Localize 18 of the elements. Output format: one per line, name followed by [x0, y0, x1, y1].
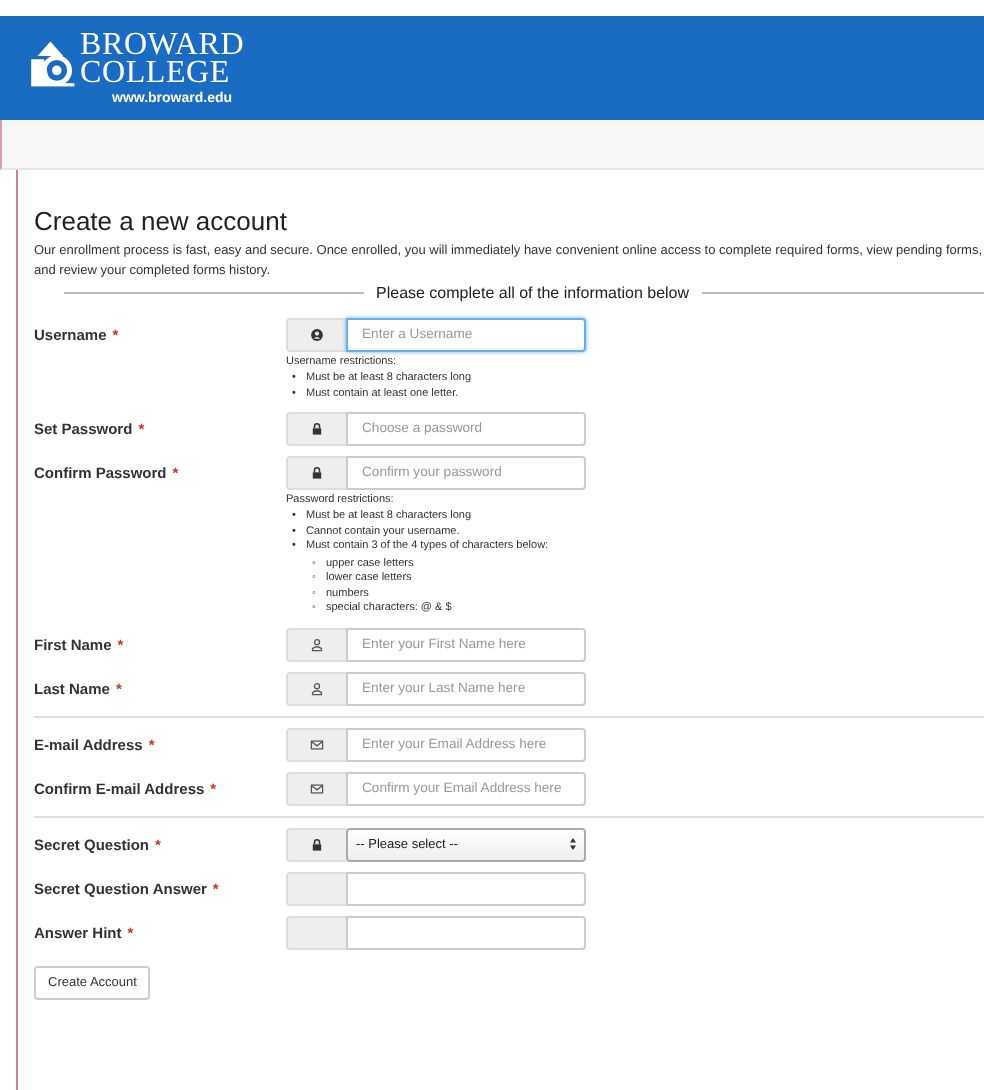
- lock-icon: [310, 837, 324, 851]
- text-input[interactable]: [346, 915, 586, 949]
- person-icon: [310, 637, 324, 651]
- envelope-icon: [310, 781, 324, 795]
- person-icon: [310, 681, 324, 695]
- input-addon: [286, 915, 346, 949]
- input-addon: [286, 871, 346, 905]
- section-title: Please complete all of the information below: [374, 284, 692, 302]
- text-input[interactable]: [346, 871, 586, 905]
- college-name: BROWARD: [80, 31, 245, 59]
- logo-icon: [28, 39, 76, 87]
- college-name: COLLEGE: [80, 59, 232, 87]
- page-heading: Create a new account: [34, 206, 289, 236]
- lock-icon: [310, 422, 324, 436]
- lock-icon: [310, 466, 324, 480]
- envelope-icon: [310, 737, 324, 751]
- user-icon: [310, 328, 324, 342]
- updown-arrow-icon: [570, 838, 576, 850]
